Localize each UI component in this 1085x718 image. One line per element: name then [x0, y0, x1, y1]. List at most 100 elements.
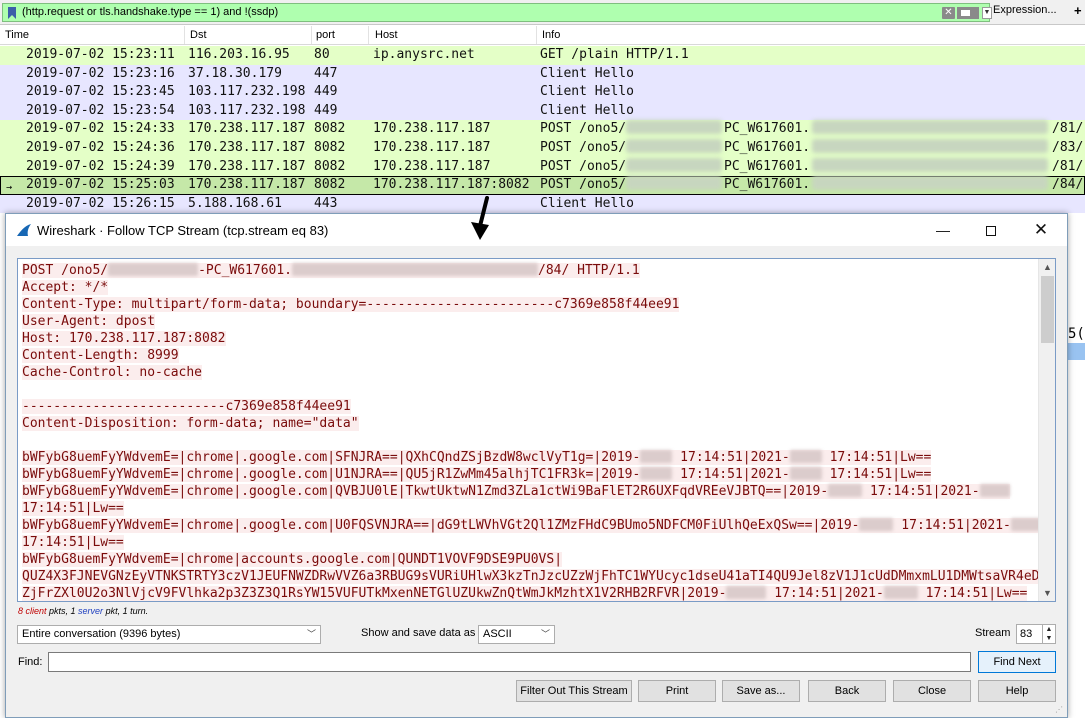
resize-grip-icon[interactable]: ⋰ — [1055, 705, 1065, 715]
packet-info: Client Hello — [540, 84, 634, 100]
kv-time: 17:14:51|Lw== — [821, 467, 932, 482]
packet-info-pc: PC_W617601. — [724, 177, 811, 193]
packet-port: 443 — [314, 195, 338, 211]
packet-host: 170.238.117.187:8082 — [373, 177, 530, 193]
display-filter-toolbar: (http.request or tls.handshake.type == 1… — [0, 0, 1085, 25]
redacted-block — [883, 586, 918, 599]
column-header-port[interactable]: port — [316, 29, 335, 41]
multipart-boundary: --------------------------c7369e858f44ee… — [22, 399, 351, 414]
scroll-up-icon[interactable]: ▲ — [1039, 259, 1055, 275]
maximize-button[interactable] — [968, 214, 1014, 246]
kv-value: QU5jR1ZwMm45alhjTC1FR3k=|2019- — [405, 467, 641, 482]
packet-info: GET /plain HTTP/1.1 — [540, 47, 689, 62]
minimize-button[interactable]: — — [920, 214, 966, 246]
packet-row[interactable]: 2019-07-02 15:24:39 170.238.117.187 8082 17… — [0, 157, 1085, 177]
kv-key: SFNJRA== — [335, 450, 398, 465]
kv-value: QXhCQndZSjBzdW8wclVyT1g=|2019- — [405, 450, 641, 465]
spin-up-icon[interactable]: ▲ — [1043, 625, 1055, 634]
request-line-end: /84/ HTTP/1.1 — [538, 263, 640, 278]
scrollbar-thumb[interactable] — [1041, 276, 1054, 343]
filter-out-stream-button[interactable]: Filter Out This Stream — [516, 680, 632, 702]
stream-line: 17:14:51|Lw== — [22, 500, 1036, 517]
vertical-scrollbar[interactable]: ▲ ▼ — [1038, 259, 1055, 601]
packet-row[interactable]: → 2019-07-02 15:25:03 170.238.117.187 8082 1… — [0, 176, 1085, 195]
kv-prefix: bWFybG8uemFyYWdvemE=|chrome|.google.com| — [22, 484, 336, 499]
packet-time: 2019-07-02 15:25:03 — [26, 177, 175, 193]
display-filter-input[interactable]: (http.request or tls.handshake.type == 1… — [2, 3, 992, 22]
stream-line: Content-Length: 8999 — [22, 347, 1036, 364]
stream-line: QUZ4X3FJNEVGNzEyVTNKSTRTY3czV1JEUFNWZDRw… — [22, 568, 1055, 585]
packet-row[interactable]: 2019-07-02 15:23:11 116.203.16.95 80 ip.any… — [0, 46, 1085, 65]
packet-row[interactable]: 2019-07-02 15:23:45 103.117.232.198 449 Cli… — [0, 83, 1085, 102]
save-as-button[interactable]: Save as... — [722, 680, 800, 702]
encoded-payload-line: ZjFrZXl0U2o3NlVjcV9FVlhka2p3Z3Z3Q1RsYW15… — [22, 586, 727, 601]
column-header-dst[interactable]: Dst — [190, 29, 207, 41]
expression-button[interactable]: Expression... — [993, 4, 1057, 16]
close-button[interactable]: Close — [893, 680, 971, 702]
add-filter-button[interactable]: + — [1074, 3, 1082, 18]
packet-row[interactable]: 2019-07-02 15:24:36 170.238.117.187 8082 17… — [0, 139, 1085, 158]
packet-port: 80 — [314, 47, 330, 62]
packet-list-header: Time Dst port Host Info — [0, 26, 1085, 45]
spin-down-icon[interactable]: ▼ — [1043, 634, 1055, 643]
spin-buttons[interactable]: ▲ ▼ — [1042, 625, 1055, 643]
kv-prefix: bWFybG8uemFyYWdvemE=|chrome|.google.com| — [22, 467, 336, 482]
wireshark-fin-icon — [17, 224, 31, 236]
stream-line: Host: 170.238.117.187:8082 — [22, 330, 1036, 347]
help-button[interactable]: Help — [978, 680, 1056, 702]
find-label: Find: — [18, 656, 43, 668]
packet-row[interactable]: 2019-07-02 15:26:15 5.188.168.61 443 Client… — [0, 194, 1085, 214]
kv-time: 17:14:51|Lw== — [925, 586, 1028, 601]
stream-line: bWFybG8uemFyYWdvemE=|chrome|.google.com|… — [22, 517, 1041, 534]
close-window-button[interactable]: ✕ — [1018, 214, 1064, 246]
clear-filter-icon[interactable]: ✕ — [942, 7, 955, 19]
stream-line: Accept: */* — [22, 279, 1036, 296]
show-data-as-label: Show and save data as — [361, 627, 476, 639]
client-pkts-count: 8 client — [18, 606, 47, 616]
packet-info-suffix: /81/ — [1052, 121, 1084, 137]
stream-line: Content-Disposition: form-data; name="da… — [22, 415, 1036, 432]
scroll-down-icon[interactable]: ▼ — [1039, 585, 1055, 601]
kv-time: 17:14:51|2021- — [672, 450, 790, 465]
packet-port: 449 — [314, 102, 338, 118]
stream-content-area[interactable]: POST /ono5/ -PC_W617601. /84/ HTTP/1.1 Acc… — [17, 258, 1056, 602]
column-header-host[interactable]: Host — [375, 29, 398, 41]
packet-row[interactable]: 2019-07-02 15:23:54 103.117.232.198 449 Cli… — [0, 101, 1085, 121]
kv-time: 17:14:51|2021- — [672, 467, 790, 482]
summary-text: pkts, 1 — [46, 606, 79, 616]
bookmark-icon[interactable] — [7, 7, 17, 19]
column-header-info[interactable]: Info — [542, 29, 560, 41]
stream-line: bWFybG8uemFyYWdvemE=|chrome|.google.com|… — [22, 450, 932, 465]
packet-info-pc: PC_W617601. — [724, 140, 811, 155]
follow-tcp-stream-dialog: Wireshark · Follow TCP Stream (tcp.strea… — [5, 213, 1068, 718]
stream-label: Stream — [975, 627, 1011, 639]
conversation-select[interactable]: Entire conversation (9396 bytes) ﹀ — [17, 625, 321, 644]
packet-port: 8082 — [314, 177, 346, 193]
stream-line: bWFybG8uemFyYWdvemE=|chrome|accounts.goo… — [22, 551, 1036, 568]
redacted-block — [812, 157, 1048, 172]
stream-line: Content-Type: multipart/form-data; bound… — [22, 296, 1036, 313]
packet-info: Client Hello — [540, 102, 634, 118]
stream-number-spinbox[interactable]: 83 ▲ ▼ — [1016, 624, 1056, 644]
redacted-block — [726, 586, 767, 599]
column-header-time[interactable]: Time — [5, 29, 29, 41]
packet-info: Client Hello — [540, 65, 634, 81]
packet-dst: 103.117.232.198 — [188, 84, 306, 100]
packet-info: POST /ono5/ — [540, 121, 627, 137]
chevron-down-icon[interactable]: ▼ — [982, 7, 992, 19]
find-input[interactable] — [48, 652, 971, 672]
apply-filter-icon[interactable] — [957, 7, 979, 19]
find-next-button[interactable]: Find Next — [978, 651, 1056, 673]
packet-row[interactable]: 2019-07-02 15:24:33 170.238.117.187 8082 17… — [0, 120, 1085, 139]
packet-row[interactable]: 2019-07-02 15:23:16 37.18.30.179 447 Client… — [0, 64, 1085, 84]
server-label: server — [78, 606, 104, 616]
packet-time: 2019-07-02 15:23:45 — [26, 84, 175, 100]
redacted-block — [812, 120, 1048, 135]
dialog-titlebar[interactable]: Wireshark · Follow TCP Stream (tcp.strea… — [6, 214, 1067, 246]
packet-port: 449 — [314, 84, 338, 100]
print-button[interactable]: Print — [638, 680, 716, 702]
data-format-select[interactable]: ASCII ﹀ — [478, 625, 555, 644]
packet-dst: 170.238.117.187 — [188, 140, 306, 155]
back-button[interactable]: Back — [808, 680, 886, 702]
stream-number-value: 83 — [1020, 628, 1033, 640]
